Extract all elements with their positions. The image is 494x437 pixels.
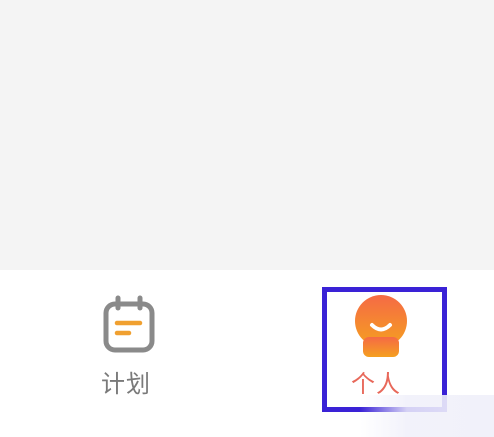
smile-face-icon [355, 295, 407, 357]
tab-plan[interactable]: 计划 [55, 270, 205, 437]
tab-personal-label: 个人 [351, 370, 401, 398]
content-area [0, 0, 494, 270]
calendar-icon [103, 295, 155, 353]
tab-personal[interactable]: 个人 [305, 270, 465, 437]
bottom-tab-bar: 计划 个人 [0, 270, 494, 437]
tab-plan-label: 计划 [101, 370, 151, 398]
